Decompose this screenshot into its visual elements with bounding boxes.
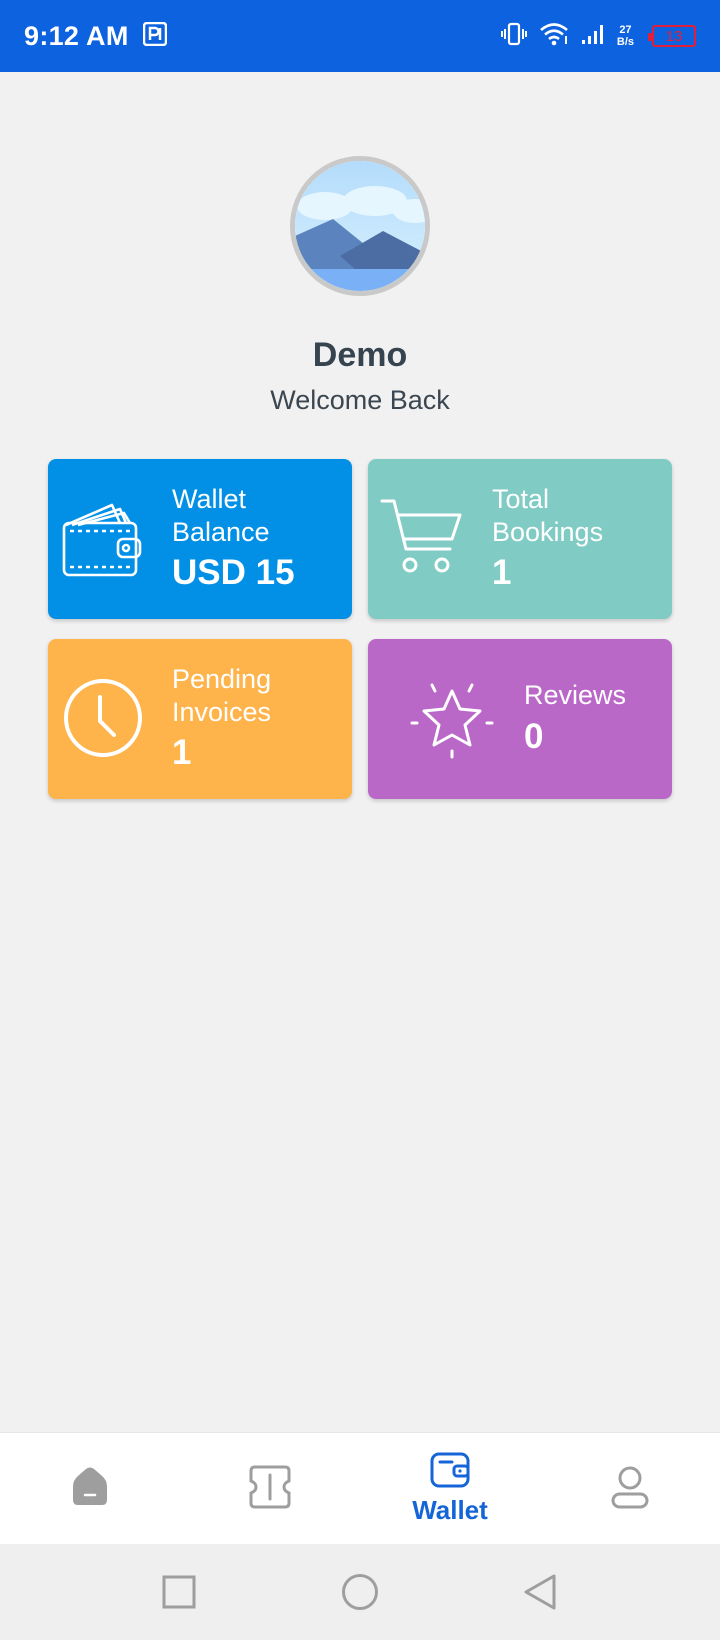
profile-icon: [610, 1464, 650, 1515]
nav-item-profile[interactable]: [540, 1433, 720, 1545]
home-icon: [69, 1466, 111, 1513]
status-left: 9:12 AM: [24, 21, 167, 52]
total-bookings-value: 1: [492, 553, 512, 592]
avatar[interactable]: [290, 156, 430, 296]
system-nav: [0, 1544, 720, 1640]
bottom-nav: Wallet: [0, 1432, 720, 1544]
battery-icon: 13: [648, 25, 696, 47]
back-icon[interactable]: [522, 1573, 558, 1616]
ticket-icon: [249, 1465, 291, 1514]
wallet-label-line2: Balance: [172, 517, 270, 547]
total-bookings-label: Total Bookings: [492, 483, 603, 549]
vibrate-icon: [500, 22, 527, 51]
wallet-icon: [62, 497, 144, 584]
user-name: Demo: [312, 336, 408, 374]
nav-item-wallet[interactable]: Wallet: [360, 1433, 540, 1545]
wallet-balance-value: USD 15: [172, 553, 295, 592]
status-time: 9:12 AM: [24, 20, 129, 51]
invoices-label-line2: Invoices: [172, 697, 272, 727]
home-circle-icon[interactable]: [341, 1573, 379, 1616]
nav-item-tickets[interactable]: [180, 1433, 360, 1545]
pending-invoices-label: Pending Invoices: [172, 663, 271, 729]
bookings-label-line1: Total: [492, 484, 550, 514]
parking-app-icon: [142, 21, 167, 51]
status-right: 27 B/s 13: [500, 22, 696, 51]
recent-apps-icon[interactable]: [162, 1575, 196, 1614]
welcome-text: Welcome Back: [270, 385, 450, 415]
signal-icon: [581, 22, 605, 51]
battery-level: 13: [665, 27, 683, 45]
reviews-card[interactable]: Reviews 0: [368, 639, 672, 799]
wallet-nav-icon: [430, 1452, 470, 1493]
nav-item-home[interactable]: [0, 1433, 180, 1545]
wallet-balance-card[interactable]: Wallet Balance USD 15: [48, 459, 352, 619]
invoices-label-line1: Pending: [172, 664, 272, 694]
landscape-placeholder-icon: [295, 161, 425, 291]
wallet-label-line1: Wallet: [172, 484, 247, 514]
reviews-value: 0: [524, 717, 544, 756]
clock-icon: [62, 677, 144, 764]
shopping-cart-icon: [380, 495, 464, 584]
pending-invoices-card[interactable]: Pending Invoices 1: [48, 639, 352, 799]
wallet-balance-label: Wallet Balance: [172, 483, 270, 549]
pending-invoices-value: 1: [172, 733, 192, 772]
star-icon: [410, 677, 494, 766]
network-speed-unit: B/s: [616, 36, 634, 48]
network-speed: 27 B/s: [617, 24, 634, 48]
total-bookings-card[interactable]: Total Bookings 1: [368, 459, 672, 619]
wifi-icon: [539, 22, 569, 51]
network-speed-value: 27: [619, 24, 632, 36]
nav-label-wallet: Wallet: [412, 1495, 488, 1525]
status-bar: 9:12 AM 27 B/s 13: [0, 0, 720, 72]
reviews-label: Reviews: [524, 680, 627, 710]
bookings-label-line2: Bookings: [492, 517, 604, 547]
